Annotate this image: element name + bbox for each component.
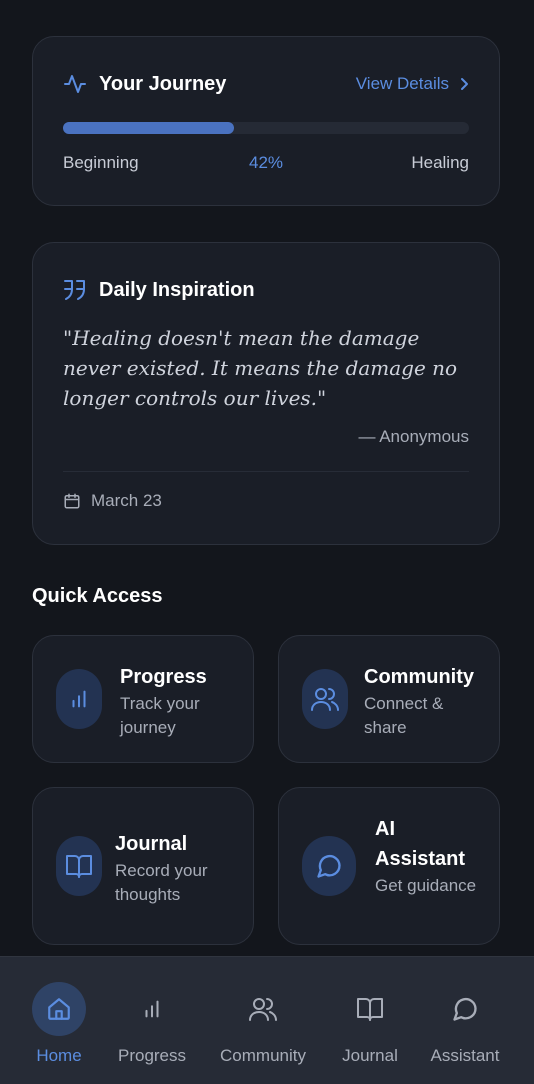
quote-icon bbox=[64, 280, 85, 300]
tile-subtitle: Track your journey bbox=[120, 694, 200, 737]
book-icon bbox=[66, 855, 92, 878]
nav-assistant-icon-wrap bbox=[438, 982, 492, 1036]
inspiration-quote: "Healing doesn't mean the damage never e… bbox=[63, 326, 458, 410]
inspiration-header: Daily Inspiration bbox=[63, 275, 255, 305]
journal-tile-text: Journal Record your thoughts bbox=[115, 829, 240, 907]
nav-label: Home bbox=[36, 1046, 82, 1065]
nav-label: Community bbox=[220, 1046, 306, 1065]
progress-tile-text: Progress Track your journey bbox=[120, 662, 240, 740]
tile-subtitle: Record your thoughts bbox=[115, 861, 208, 904]
chat-bubble-icon bbox=[453, 997, 477, 1021]
users-icon bbox=[249, 998, 277, 1021]
date-label: March 23 bbox=[91, 491, 162, 510]
view-details-label: View Details bbox=[355, 74, 449, 93]
quick-access-progress[interactable]: Progress Track your journey bbox=[32, 635, 254, 763]
quick-access-community[interactable]: Community Connect & share bbox=[278, 635, 500, 763]
journey-progress-fill bbox=[63, 122, 234, 134]
nav-journal[interactable]: Journal bbox=[334, 957, 406, 1084]
view-details-link[interactable]: View Details bbox=[356, 74, 469, 94]
activity-icon bbox=[64, 75, 86, 93]
users-icon bbox=[311, 688, 339, 711]
assistant-tile-text: AI Assistant Get guidance bbox=[375, 814, 485, 898]
nav-progress[interactable]: Progress bbox=[112, 957, 192, 1084]
nav-community-icon-wrap bbox=[236, 982, 290, 1036]
progress-tile-icon-bg bbox=[56, 669, 102, 729]
tile-title: AI Assistant bbox=[375, 818, 466, 870]
tile-subtitle: Get guidance bbox=[375, 876, 477, 895]
journey-progress-track bbox=[63, 122, 469, 134]
inspiration-title: Daily Inspiration bbox=[99, 278, 255, 301]
nav-home-icon-bg bbox=[32, 982, 86, 1036]
nav-journal-icon-wrap bbox=[343, 982, 397, 1036]
app-screen: Your Journey View Details Beginning 42% … bbox=[0, 0, 534, 1084]
nav-assistant[interactable]: Assistant bbox=[424, 957, 506, 1084]
quick-access-title: Quick Access bbox=[32, 585, 163, 607]
chat-bubble-icon bbox=[317, 854, 341, 878]
journey-header: Your Journey View Details bbox=[63, 69, 469, 99]
quick-access-journal[interactable]: Journal Record your thoughts bbox=[32, 787, 254, 945]
nav-progress-icon-wrap bbox=[125, 982, 179, 1036]
tile-subtitle: Connect & share bbox=[364, 694, 444, 737]
progress-percent-label: 42% bbox=[248, 153, 284, 172]
assistant-tile-icon-bg bbox=[302, 836, 356, 896]
home-icon bbox=[48, 998, 70, 1020]
bottom-navigation: Home Progress Community Journal Assistan… bbox=[0, 956, 534, 1084]
nav-label: Progress bbox=[117, 1046, 187, 1065]
nav-home[interactable]: Home bbox=[22, 957, 96, 1084]
tile-title: Community bbox=[364, 666, 474, 688]
journey-card: Your Journey View Details Beginning 42% … bbox=[32, 36, 500, 206]
quote-author: — Anonymous bbox=[358, 427, 469, 446]
calendar-icon bbox=[64, 493, 80, 509]
nav-label: Journal bbox=[342, 1046, 398, 1065]
community-tile-text: Community Connect & share bbox=[364, 662, 489, 740]
community-tile-icon-bg bbox=[302, 669, 348, 729]
book-icon bbox=[357, 998, 383, 1021]
journey-title: Your Journey bbox=[99, 72, 227, 95]
quick-access-ai-assistant[interactable]: AI Assistant Get guidance bbox=[278, 787, 500, 945]
progress-end-label: Healing bbox=[411, 153, 469, 172]
nav-community[interactable]: Community bbox=[212, 957, 314, 1084]
card-divider bbox=[63, 471, 469, 472]
bar-chart-icon bbox=[145, 1000, 159, 1018]
bar-chart-icon bbox=[72, 690, 86, 708]
tile-title: Journal bbox=[115, 833, 188, 855]
journal-tile-icon-bg bbox=[56, 836, 102, 896]
daily-inspiration-card: Daily Inspiration "Healing doesn't mean … bbox=[32, 242, 500, 545]
journey-progress-labels: Beginning 42% Healing bbox=[63, 153, 469, 177]
chevron-right-icon bbox=[461, 78, 468, 90]
nav-label: Assistant bbox=[430, 1046, 500, 1065]
tile-title: Progress bbox=[120, 666, 207, 688]
inspiration-date: March 23 bbox=[63, 491, 162, 511]
